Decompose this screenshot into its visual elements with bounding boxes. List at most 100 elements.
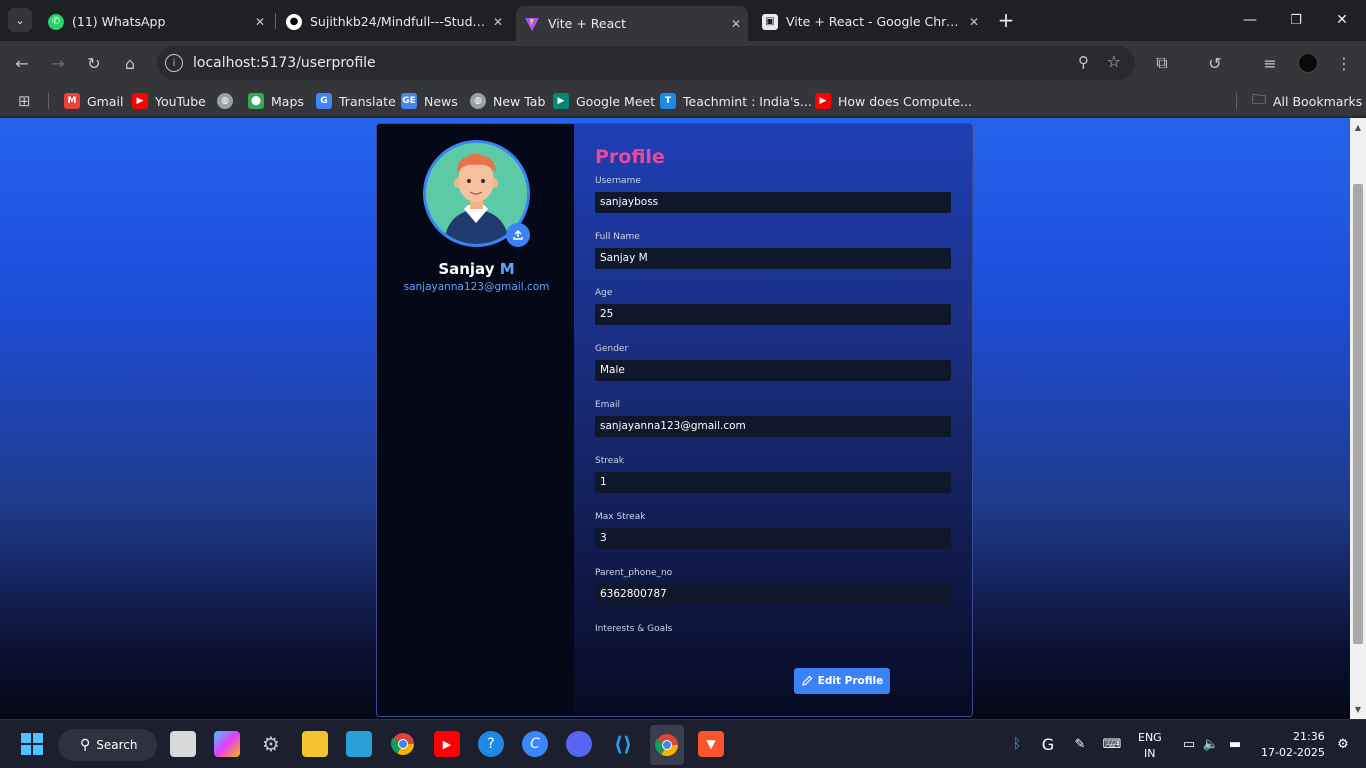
- settings-gear-icon[interactable]: ⚙: [258, 731, 284, 757]
- streak-field[interactable]: 1: [595, 472, 951, 493]
- tab-search-button[interactable]: ⌄: [8, 8, 32, 32]
- chrome-active-icon[interactable]: [650, 725, 684, 765]
- search-icon: ⚲: [80, 737, 91, 753]
- bookmark-globe[interactable]: ◍: [217, 91, 240, 111]
- pen-input-icon[interactable]: ✎: [1067, 731, 1093, 757]
- bookmark-news[interactable]: GE News: [401, 91, 458, 111]
- gmail-icon: M: [64, 93, 80, 109]
- url-text: localhost:5173/userprofile: [193, 55, 376, 71]
- bookmark-gmail[interactable]: M Gmail: [64, 91, 123, 111]
- menu-dots-icon[interactable]: ⋮: [1332, 51, 1356, 75]
- close-icon[interactable]: ✕: [724, 17, 748, 31]
- bookmark-translate[interactable]: G Translate: [316, 91, 396, 111]
- address-bar[interactable]: i localhost:5173/userprofile ⚲ ☆: [157, 46, 1135, 80]
- scrollbar-thumb[interactable]: [1353, 184, 1363, 644]
- zoom-icon[interactable]: ⚲: [1078, 53, 1089, 71]
- tab-bar: ⌄ ✆ (11) WhatsApp ✕ ● Sujithkb24/Mindful…: [0, 0, 1366, 41]
- volume-icon[interactable]: 🔈: [1198, 731, 1224, 757]
- battery-icon[interactable]: ▬: [1222, 731, 1248, 757]
- task-view-icon[interactable]: [170, 731, 196, 757]
- close-icon[interactable]: ✕: [486, 15, 510, 29]
- brave-icon[interactable]: ▼: [698, 731, 724, 757]
- file-explorer-icon[interactable]: [302, 731, 328, 757]
- home-icon[interactable]: ⌂: [118, 51, 142, 75]
- close-window-icon[interactable]: ✕: [1330, 8, 1354, 32]
- meet-icon: ▶: [553, 93, 569, 109]
- full-name-field[interactable]: Sanjay M: [595, 248, 951, 269]
- forward-arrow-icon[interactable]: →: [46, 51, 70, 75]
- apps-grid-icon[interactable]: ⊞: [18, 91, 31, 111]
- tab-chrome-cast[interactable]: ▣ Vite + React - Google Chrome ✕: [754, 6, 986, 37]
- scroll-up-arrow-icon[interactable]: ▲: [1350, 120, 1366, 136]
- vite-icon: [524, 16, 540, 32]
- clock-time[interactable]: 21:36: [1293, 730, 1325, 743]
- keyboard-icon[interactable]: ⌨: [1099, 731, 1125, 757]
- windows-start-icon[interactable]: [19, 731, 45, 757]
- interests-goals-label: Interests & Goals: [595, 624, 673, 634]
- close-icon[interactable]: ✕: [962, 15, 986, 29]
- extensions-icon[interactable]: ⧉: [1150, 51, 1174, 75]
- maps-icon: ⬤: [248, 93, 264, 109]
- back-arrow-icon[interactable]: ←: [10, 51, 34, 75]
- reload-icon[interactable]: ↻: [82, 51, 106, 75]
- field-age: Age 25: [595, 287, 951, 343]
- site-info-icon[interactable]: i: [165, 54, 183, 72]
- history-icon[interactable]: ↺: [1203, 51, 1227, 75]
- bookmark-new-tab[interactable]: ◍ New Tab: [470, 91, 545, 111]
- bookmark-youtube[interactable]: ▶ YouTube: [132, 91, 206, 111]
- tab-vite-react[interactable]: Vite + React ✕: [516, 6, 748, 41]
- max-streak-field[interactable]: 3: [595, 528, 951, 549]
- page-scrollbar[interactable]: ▲ ▼: [1350, 118, 1366, 719]
- bookmark-google-meet[interactable]: ▶ Google Meet: [553, 91, 655, 111]
- new-tab-plus-icon[interactable]: +: [994, 8, 1018, 32]
- edit-profile-button[interactable]: Edit Profile: [794, 668, 890, 694]
- teachmint-icon: T: [660, 93, 676, 109]
- field-gender: Gender Male: [595, 343, 951, 399]
- bookmark-how-does-compute[interactable]: ▶ How does Compute...: [815, 91, 972, 111]
- grammarly-icon[interactable]: G: [1035, 731, 1061, 757]
- copilot-icon[interactable]: [214, 731, 240, 757]
- upload-icon: [513, 230, 523, 240]
- notification-icon[interactable]: ⚙: [1330, 731, 1356, 757]
- chevron-down-icon: ⌄: [15, 13, 25, 27]
- profile-form: Profile Username sanjayboss Full Name Sa…: [574, 124, 972, 716]
- field-email: Email sanjayanna123@gmail.com: [595, 399, 951, 455]
- browser-toolbar: ← → ↻ ⌂ i localhost:5173/userprofile ⚲ ☆…: [0, 41, 1366, 85]
- gender-field[interactable]: Male: [595, 360, 951, 381]
- taskbar-search[interactable]: ⚲ Search: [58, 729, 157, 761]
- upload-photo-button[interactable]: [506, 223, 530, 247]
- username-field[interactable]: sanjayboss: [595, 192, 951, 213]
- clock-date[interactable]: 17-02-2025: [1261, 746, 1325, 759]
- chrome-icon[interactable]: [390, 731, 416, 757]
- email-field[interactable]: sanjayanna123@gmail.com: [595, 416, 951, 437]
- bookmark-maps[interactable]: ⬤ Maps: [248, 91, 304, 111]
- chrome-cast-icon: ▣: [762, 13, 778, 30]
- language-indicator[interactable]: ENG: [1138, 731, 1162, 744]
- vscode-icon[interactable]: ⟨⟩: [610, 731, 636, 757]
- star-bookmark-icon[interactable]: ☆: [1107, 52, 1121, 71]
- bookmark-teachmint[interactable]: T Teachmint : India's...: [660, 91, 812, 111]
- tab-whatsapp[interactable]: ✆ (11) WhatsApp ✕: [40, 6, 272, 37]
- profile-card: Sanjay M sanjayanna123@gmail.com Profile…: [376, 123, 973, 717]
- age-field[interactable]: 25: [595, 304, 951, 325]
- close-icon[interactable]: ✕: [248, 15, 272, 29]
- tab-title: Sujithkb24/Mindfull---Student-: [310, 14, 486, 29]
- restore-icon[interactable]: ❐: [1284, 8, 1308, 32]
- all-bookmarks[interactable]: 🗀 All Bookmarks: [1252, 91, 1362, 111]
- canva-icon[interactable]: C: [522, 731, 548, 757]
- media-control-icon[interactable]: ≡: [1258, 51, 1282, 75]
- monitor-app-icon[interactable]: [346, 731, 372, 757]
- bluetooth-icon[interactable]: ᛒ: [1004, 731, 1030, 757]
- field-username: Username sanjayboss: [595, 175, 951, 231]
- tab-github[interactable]: ● Sujithkb24/Mindfull---Student- ✕: [278, 6, 510, 37]
- whatsapp-icon: ✆: [48, 13, 64, 30]
- profile-avatar[interactable]: [1296, 51, 1320, 75]
- scroll-down-arrow-icon[interactable]: ▼: [1350, 702, 1366, 718]
- help-icon[interactable]: ?: [478, 731, 504, 757]
- region-indicator[interactable]: IN: [1144, 747, 1155, 760]
- youtube-app-icon[interactable]: ▶: [434, 731, 460, 757]
- discord-icon[interactable]: [566, 731, 592, 757]
- bookmarks-bar: ⊞ M Gmail ▶ YouTube ◍ ⬤ Maps G Translate GE N…: [0, 85, 1366, 117]
- parent-phone-field[interactable]: 6362800787: [595, 584, 951, 605]
- minimize-icon[interactable]: —: [1238, 8, 1262, 32]
